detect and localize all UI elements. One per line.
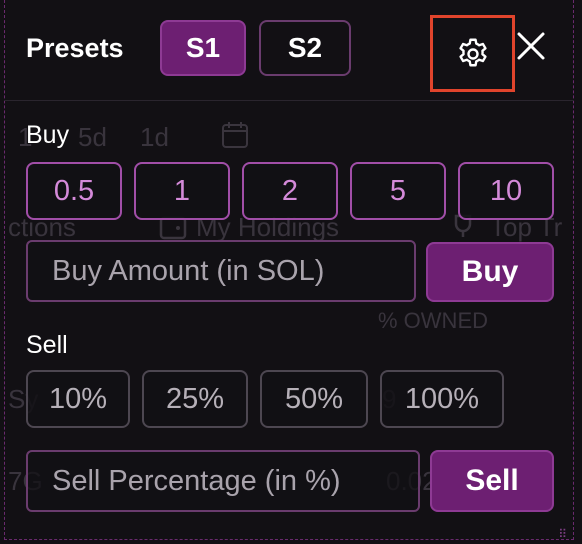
header-divider <box>4 100 574 101</box>
presets-popup-screen: 1 5d 1d ctions My Holdings Top Tr % OWNE… <box>0 0 582 544</box>
buy-amount-10-button[interactable]: 10 <box>458 162 554 220</box>
sell-25-percent-button[interactable]: 25% <box>142 370 248 428</box>
buy-amount-1-button[interactable]: 1 <box>134 162 230 220</box>
sell-10-percent-button[interactable]: 10% <box>26 370 130 428</box>
buy-button[interactable]: Buy <box>426 242 554 302</box>
close-icon <box>517 32 545 60</box>
sell-percentage-input[interactable] <box>26 450 420 512</box>
settings-button[interactable] <box>430 15 515 92</box>
buy-section-label: Buy <box>26 121 70 149</box>
panel-title: Presets <box>26 33 124 63</box>
sell-100-percent-button[interactable]: 100% <box>380 370 504 428</box>
close-button[interactable] <box>513 28 549 64</box>
preset-s1-button[interactable]: S1 <box>160 20 246 76</box>
sell-50-percent-button[interactable]: 50% <box>260 370 368 428</box>
buy-amount-input[interactable] <box>26 240 416 302</box>
buy-amount-5-button[interactable]: 5 <box>350 162 446 220</box>
sell-button[interactable]: Sell <box>430 450 554 512</box>
buy-amount-2-button[interactable]: 2 <box>242 162 338 220</box>
resize-handle-icon[interactable]: ⠿ <box>558 528 568 540</box>
gear-icon <box>458 38 487 66</box>
sell-section-label: Sell <box>26 331 68 359</box>
preset-s2-button[interactable]: S2 <box>259 20 351 76</box>
buy-amount-0-5-button[interactable]: 0.5 <box>26 162 122 220</box>
